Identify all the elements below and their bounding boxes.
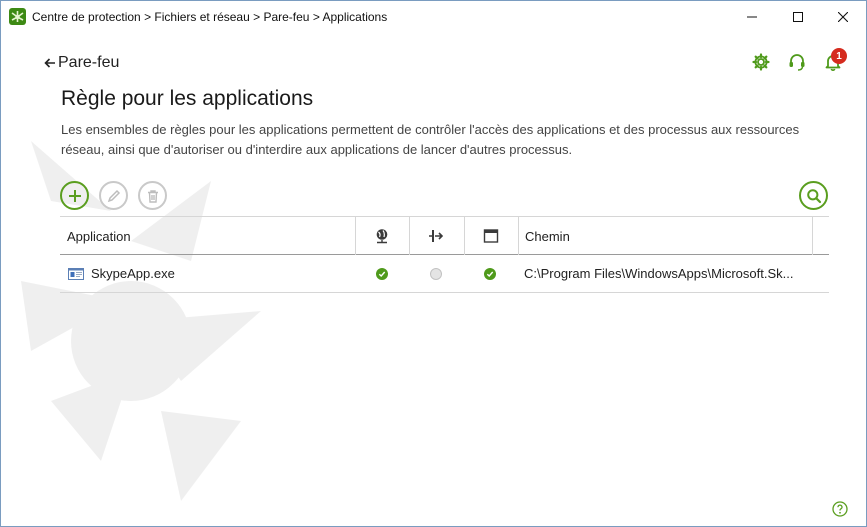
network-status-cell[interactable]	[356, 255, 408, 292]
page-description: Les ensembles de règles pour les applica…	[61, 122, 800, 157]
inactive-dot-icon	[430, 267, 442, 280]
search-icon	[806, 188, 821, 203]
process-status-cell[interactable]	[410, 255, 462, 292]
column-header-path[interactable]: Chemin	[525, 217, 570, 255]
column-divider[interactable]	[518, 217, 519, 255]
headset-icon[interactable]	[787, 52, 807, 72]
allowed-check-icon	[376, 267, 388, 280]
column-header-process[interactable]	[410, 217, 462, 255]
column-header-window[interactable]	[465, 217, 517, 255]
gear-icon[interactable]	[751, 52, 771, 72]
allowed-check-icon	[484, 267, 496, 280]
app-logo-icon	[9, 8, 26, 25]
delete-rule-button[interactable]	[138, 181, 167, 210]
window-status-cell[interactable]	[464, 255, 516, 292]
search-button[interactable]	[799, 181, 828, 210]
column-header-application[interactable]: Application	[67, 217, 131, 255]
notification-badge: 1	[831, 48, 847, 64]
window-icon	[483, 229, 499, 243]
title-bar: Centre de protection > Fichiers et résea…	[1, 1, 866, 32]
help-icon[interactable]	[832, 501, 848, 517]
edit-rule-button[interactable]	[99, 181, 128, 210]
application-cell: SkypeApp.exe	[68, 255, 175, 292]
application-file-icon	[68, 267, 84, 280]
trash-icon	[147, 189, 158, 203]
column-divider[interactable]	[812, 217, 813, 255]
application-name: SkypeApp.exe	[91, 266, 175, 281]
minimize-button[interactable]	[729, 1, 775, 32]
table-header: Application Chemin	[60, 216, 829, 255]
window-title: Centre de protection > Fichiers et résea…	[32, 10, 388, 24]
close-button[interactable]	[820, 1, 866, 32]
maximize-icon	[793, 11, 803, 22]
minimize-icon	[747, 16, 757, 17]
globe-network-icon	[376, 229, 388, 244]
add-rule-button[interactable]	[60, 181, 89, 210]
pencil-icon	[107, 189, 120, 202]
plus-icon	[68, 189, 81, 202]
back-link[interactable]: Pare-feu	[43, 54, 119, 72]
close-icon	[838, 11, 848, 22]
rules-table: Application Chemin SkypeApp.exe C:\Progr…	[60, 216, 829, 293]
arrow-left-icon	[44, 58, 55, 68]
column-header-network[interactable]	[356, 217, 408, 255]
path-cell: C:\Program Files\WindowsApps\Microsoft.S…	[524, 266, 794, 281]
page-title: Règle pour les applications	[61, 87, 314, 110]
back-link-label: Pare-feu	[58, 54, 120, 71]
process-launch-icon	[429, 230, 444, 242]
app-window: Centre de protection > Fichiers et résea…	[0, 0, 867, 527]
table-row[interactable]: SkypeApp.exe C:\Program Files\WindowsApp…	[60, 255, 829, 293]
maximize-button[interactable]	[775, 1, 821, 32]
